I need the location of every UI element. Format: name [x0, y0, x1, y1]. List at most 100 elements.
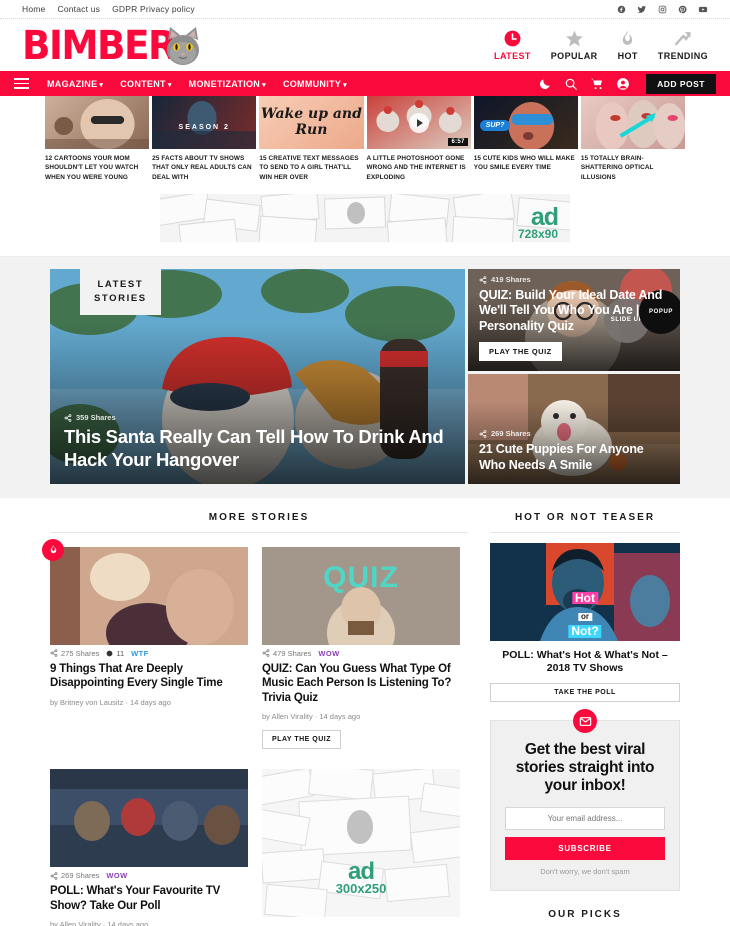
nav-label-magazine: MAGAZINE: [47, 78, 98, 89]
clock-icon: [504, 30, 521, 47]
story-card[interactable]: 275 Shares 11 WTF 9 Things That Are Deep…: [42, 538, 248, 749]
featured-strip: 12 CARTOONS YOUR MOM SHOULDN'T LET YOU W…: [0, 96, 730, 182]
take-the-poll-button[interactable]: TAKE THE POLL: [490, 683, 680, 703]
pinterest-icon[interactable]: [678, 5, 687, 14]
site-logo[interactable]: BIMBER: [22, 24, 203, 66]
story-card-thumb: [50, 546, 248, 645]
story-card-shares-count: 269 Shares: [61, 871, 100, 881]
featured-item-1[interactable]: 12 CARTOONS YOUR MOM SHOULDN'T LET YOU W…: [45, 96, 150, 182]
featured-thumb-6: [580, 96, 686, 149]
featured-item-5[interactable]: SUP? 15 CUTE KIDS WHO WILL MAKE YOU SMIL…: [473, 96, 578, 182]
featured-thumb-3: Wake up and Run: [259, 96, 364, 149]
featured-caption-4: A LITTLE PHOTOSHOOT GONE WRONG AND THE I…: [366, 155, 466, 181]
story-card-votes-count: 11: [116, 648, 125, 658]
hero-section: LATEST STORIES 359 Shares This Santa Rea…: [0, 256, 730, 498]
mode-label-trending: TRENDING: [657, 51, 708, 61]
our-picks-block: OUR PICKS 1 14:23: [490, 909, 680, 926]
hero-main-title: This Santa Really Can Tell How To Drink …: [64, 426, 444, 470]
newsletter-block: Get the best viral stories straight into…: [490, 709, 680, 891]
nav-item-community[interactable]: COMMUNITY ▾: [283, 79, 347, 89]
featured-item-3[interactable]: Wake up and Run 15 CREATIVE TEXT MESSAGE…: [259, 96, 364, 182]
mode-label-hot: HOT: [617, 51, 638, 61]
featured-thumb-2: SEASON 2: [152, 96, 257, 149]
play-the-quiz-button[interactable]: PLAY THE QUIZ: [479, 341, 562, 361]
mode-tab-latest[interactable]: LATEST: [494, 29, 531, 61]
hot-or-not-image[interactable]: Hot or Not?: [490, 542, 680, 641]
content-area: MORE STORIES 275 Shares 11 WTF 9 Things …: [42, 512, 680, 926]
hero-quiz-body: 419 Shares QUIZ: Build Your Ideal Date A…: [468, 269, 680, 371]
hero-main-body: 359 Shares This Santa Really Can Tell Ho…: [50, 402, 465, 483]
story-card-byline: by Allen Virality · 14 days ago: [262, 712, 361, 722]
story-card-meta: 275 Shares 11 WTF: [50, 645, 248, 660]
cat-mascot-icon: [163, 24, 203, 68]
topbar-link-contact-us[interactable]: Contact us: [57, 4, 100, 14]
facebook-icon[interactable]: [617, 5, 626, 14]
add-post-button[interactable]: ADD POST: [646, 73, 716, 94]
email-field[interactable]: [505, 807, 665, 830]
ad-box-wrapper: ad 300x250: [262, 769, 460, 926]
hero-card-puppies[interactable]: 269 Shares 21 Cute Puppies For Anyone Wh…: [468, 373, 680, 484]
story-card-shares-count: 275 Shares: [61, 648, 100, 658]
story-card-byline: by Britney von Lausitz · 14 days ago: [50, 697, 171, 707]
ad-leaderboard-wrapper: ad 728x90: [0, 182, 730, 257]
story-card-reaction: WOW: [318, 648, 340, 658]
newsletter-note: Don't worry, we don't spam: [540, 867, 630, 876]
featured-overlay-5: SUP?: [479, 120, 511, 131]
story-card[interactable]: 269 Shares WOW POLL: What's Your Favouri…: [50, 769, 248, 926]
story-card-reaction: WTF: [131, 648, 149, 658]
hero-main-shares: 359 Shares: [64, 413, 451, 422]
hero-card-quiz[interactable]: 419 Shares QUIZ: Build Your Ideal Date A…: [468, 268, 680, 371]
content-mode-tabs: LATEST POPULAR HOT TRENDING: [494, 29, 708, 61]
top-bar-links: Home Contact us GDPR Privacy policy: [22, 4, 195, 14]
featured-overlay-2: SEASON 2: [178, 124, 230, 131]
share-icon: [479, 275, 487, 284]
vote-dot-icon: [106, 650, 113, 657]
story-card-shares: 275 Shares: [50, 649, 99, 658]
latest-stories-tag: LATEST STORIES: [80, 268, 161, 316]
topbar-link-gdpr-privacy-policy[interactable]: GDPR Privacy policy: [112, 4, 195, 14]
nav-item-content[interactable]: CONTENT ▾: [120, 79, 171, 89]
share-icon: [479, 430, 487, 438]
youtube-icon[interactable]: [698, 5, 708, 14]
mode-tab-trending[interactable]: TRENDING: [658, 29, 708, 61]
overlay-not-label: Not?: [568, 625, 602, 639]
subscribe-button[interactable]: SUBSCRIBE: [505, 837, 665, 860]
featured-caption-2: 25 FACTS ABOUT TV SHOWS THAT ONLY REAL A…: [152, 155, 252, 181]
hero-grid: LATEST STORIES 359 Shares This Santa Rea…: [50, 268, 680, 484]
play-the-quiz-button[interactable]: PLAY THE QUIZ: [262, 730, 342, 750]
story-card-title: 9 Things That Are Deeply Disappointing E…: [50, 662, 223, 690]
nav-item-monetization[interactable]: MONETIZATION ▾: [189, 79, 266, 89]
hero-puppies-body: 269 Shares 21 Cute Puppies For Anyone Wh…: [468, 421, 680, 484]
instagram-icon[interactable]: [658, 5, 667, 14]
ad-leaderboard[interactable]: ad 728x90: [160, 193, 570, 242]
share-icon: [64, 414, 72, 422]
ad-box-300x250[interactable]: ad 300x250: [262, 769, 460, 918]
mode-tab-popular[interactable]: POPULAR: [551, 29, 598, 61]
story-cards: 275 Shares 11 WTF 9 Things That Are Deep…: [42, 538, 468, 926]
cart-icon: [591, 78, 603, 89]
hamburger-menu-icon[interactable]: [14, 78, 29, 89]
search-icon: [565, 78, 577, 90]
hot-or-not-heading: HOT OR NOT TEASER: [490, 512, 680, 533]
featured-item-6[interactable]: 15 TOTALLY BRAIN-SHATTERING OPTICAL ILLU…: [580, 96, 686, 182]
mode-tab-hot[interactable]: HOT: [618, 29, 638, 61]
story-card-title: QUIZ: Can You Guess What Type Of Music E…: [262, 662, 452, 704]
story-card-reaction: WOW: [106, 871, 128, 881]
story-card[interactable]: QUIZ 479 Shares WOW QUIZ: Can You Guess …: [262, 546, 460, 750]
hot-badge-icon: [42, 538, 64, 561]
newsletter-title: Get the best viral stories straight into…: [515, 741, 655, 795]
ad-box-label: ad 300x250: [262, 860, 460, 896]
story-card-shares: 479 Shares: [262, 649, 311, 658]
featured-item-2[interactable]: SEASON 2 25 FACTS ABOUT TV SHOWS THAT ON…: [152, 96, 257, 182]
envelope-icon: [573, 709, 597, 734]
overlay-hot-label: Hot: [571, 592, 598, 605]
topbar-link-home[interactable]: Home: [22, 4, 45, 14]
play-icon[interactable]: [408, 112, 429, 133]
featured-thumb-1: [45, 96, 150, 149]
more-stories-heading: MORE STORIES: [50, 512, 468, 533]
featured-item-4[interactable]: 6:57 A LITTLE PHOTOSHOOT GONE WRONG AND …: [366, 96, 471, 182]
nav-item-magazine[interactable]: MAGAZINE ▾: [47, 79, 103, 89]
hero-main-shares-count: 359 Shares: [76, 413, 116, 423]
twitter-icon[interactable]: [637, 5, 647, 14]
ad-size-text: 728x90: [517, 226, 558, 241]
